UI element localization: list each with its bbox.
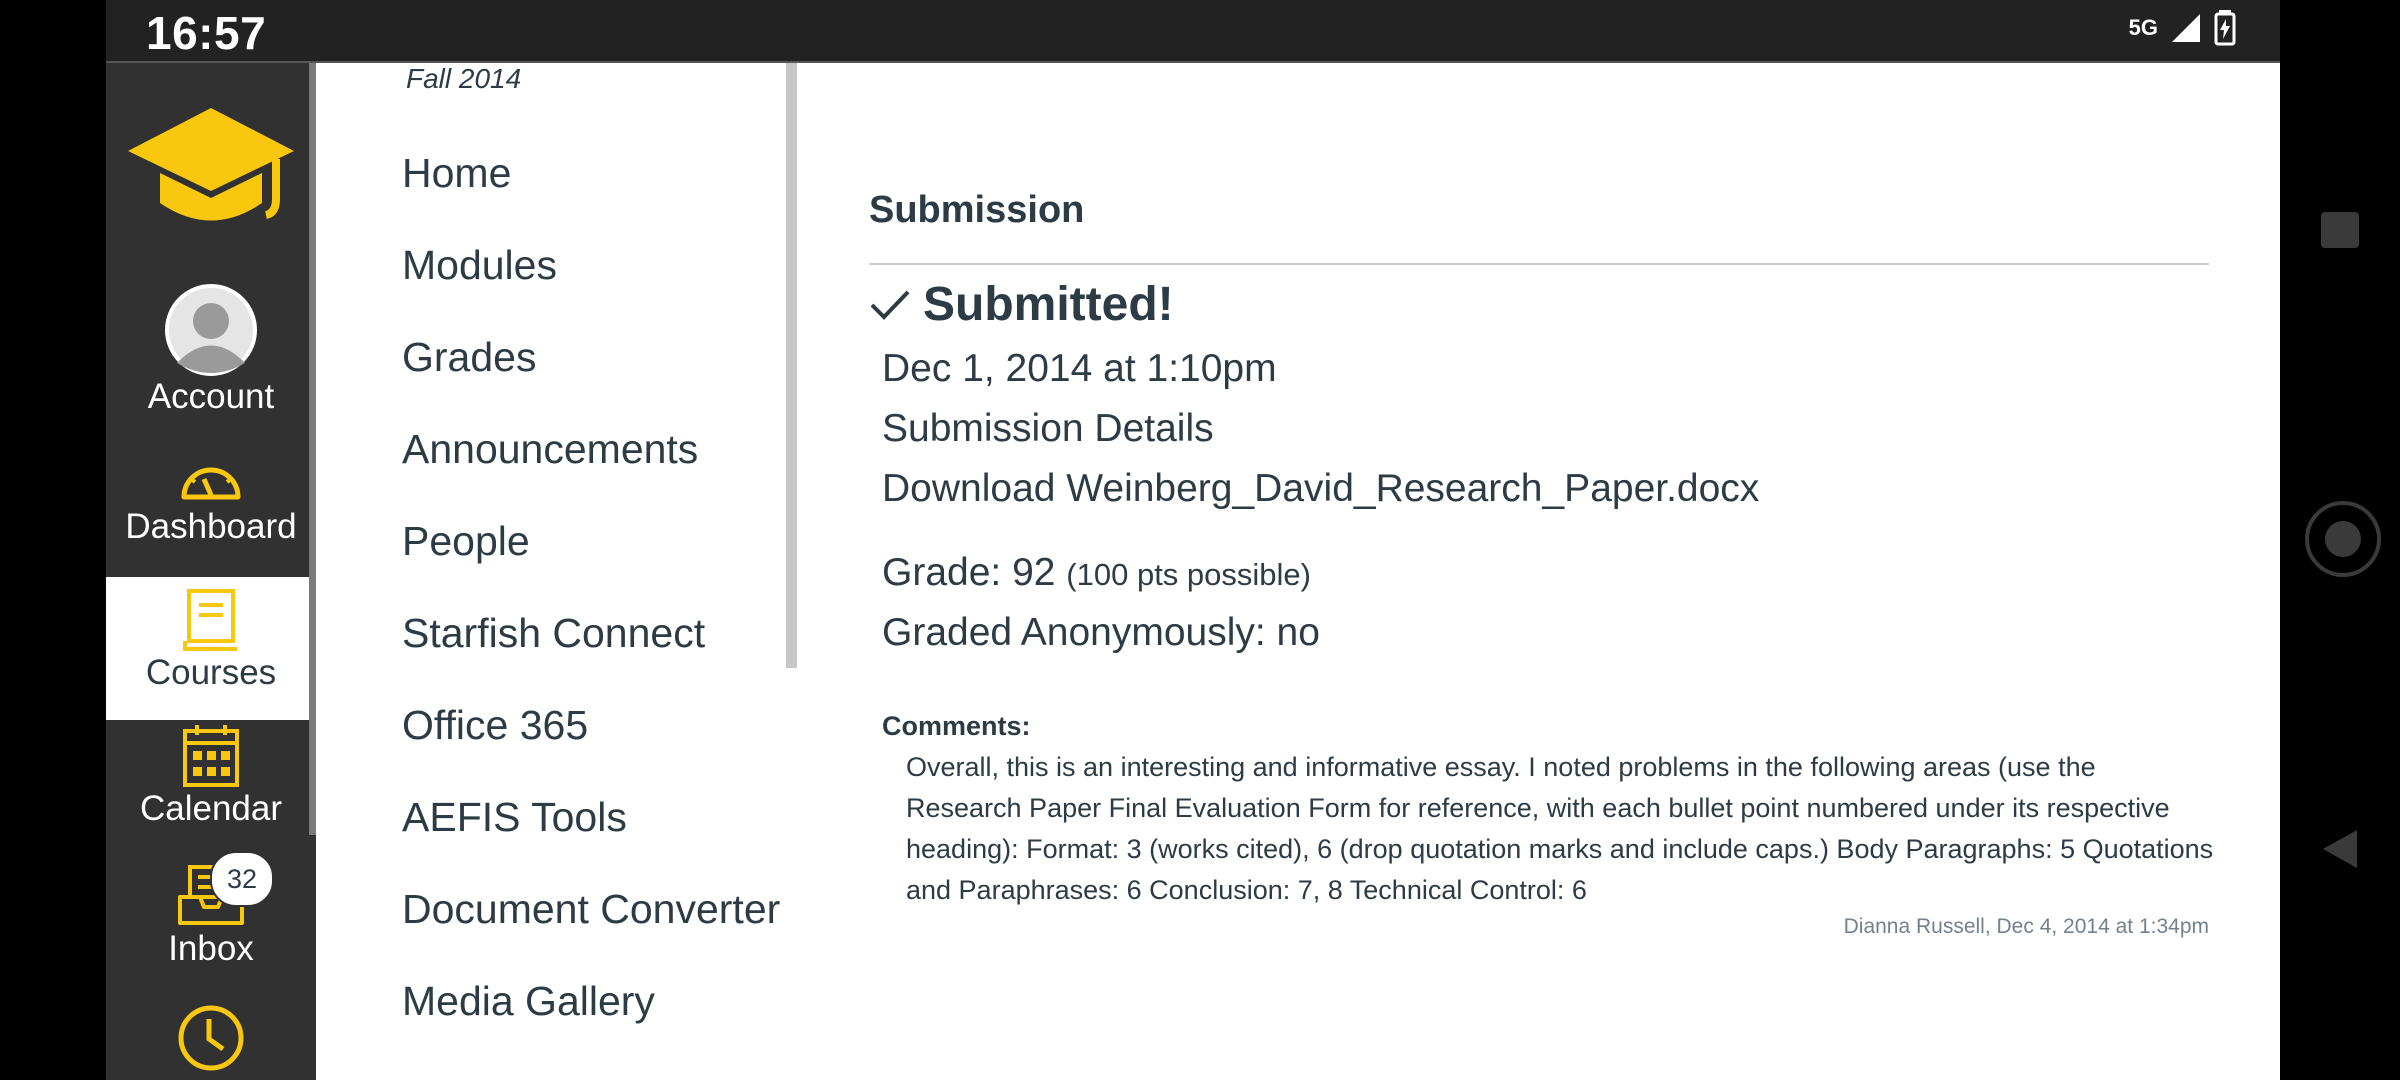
- course-nav-grades[interactable]: Grades: [402, 334, 536, 381]
- course-nav-document-converter[interactable]: Document Converter: [402, 886, 780, 933]
- system-nav-bar: [2280, 0, 2400, 1080]
- course-nav-home[interactable]: Home: [402, 150, 511, 197]
- course-nav-starfish[interactable]: Starfish Connect: [402, 610, 705, 657]
- signal-icon: [2172, 14, 2200, 42]
- battery-icon: [2214, 10, 2236, 46]
- dashboard-icon: [181, 467, 241, 500]
- calendar-icon: [183, 725, 239, 787]
- rail-history[interactable]: [106, 1003, 316, 1073]
- submission-heading: Submission: [869, 189, 1085, 231]
- course-term: Fall 2014: [406, 63, 522, 94]
- course-nav-people[interactable]: People: [402, 518, 530, 565]
- rail-dashboard[interactable]: Dashboard: [106, 455, 316, 547]
- rail-scrollbar[interactable]: [309, 63, 316, 835]
- status-time: 16:57: [146, 7, 267, 59]
- grade-line: Grade: 92 (100 pts possible): [882, 551, 1311, 595]
- rail-inbox-label: Inbox: [168, 929, 254, 968]
- status-bar: 16:57 5G: [106, 0, 2280, 61]
- submitted-text: Submitted!: [923, 278, 1174, 331]
- submitted-status: Submitted!: [869, 277, 1174, 332]
- rail-courses-label: Courses: [145, 653, 277, 692]
- submission-panel: Submission Submitted! Dec 1, 2014 at 1:1…: [869, 63, 2280, 1080]
- recents-button[interactable]: [2317, 210, 2363, 250]
- submission-date: Dec 1, 2014 at 1:10pm: [882, 347, 1277, 390]
- course-nav-announcements[interactable]: Announcements: [402, 426, 698, 473]
- grade-value: Grade: 92: [882, 551, 1056, 594]
- course-nav-office365[interactable]: Office 365: [402, 702, 588, 749]
- course-nav-modules[interactable]: Modules: [402, 242, 557, 289]
- app-screen: 16:57 5G Account Dashboard Courses Calen…: [106, 0, 2280, 1080]
- rail-inbox[interactable]: 32 Inbox: [106, 851, 316, 969]
- course-nav: Fall 2014 Home Modules Grades Announceme…: [316, 63, 892, 1080]
- history-icon: [178, 1005, 244, 1071]
- logo-icon: [128, 108, 294, 221]
- course-nav-aefis[interactable]: AEFIS Tools: [402, 794, 627, 841]
- global-nav: Account Dashboard Courses Calendar 32 In…: [106, 63, 316, 1080]
- avatar-icon: [165, 284, 257, 376]
- download-link[interactable]: Download Weinberg_David_Research_Paper.d…: [882, 467, 1759, 511]
- rail-account-label: Account: [147, 377, 275, 416]
- comment-author: Dianna Russell, Dec 4, 2014 at 1:34pm: [1843, 915, 2209, 938]
- submission-details-link[interactable]: Submission Details: [882, 407, 1214, 451]
- heading-rule: [869, 263, 2209, 265]
- home-button[interactable]: [2303, 499, 2383, 579]
- courses-icon: [183, 589, 237, 651]
- grade-possible: (100 pts possible): [1066, 557, 1311, 592]
- course-nav-media-gallery[interactable]: Media Gallery: [402, 978, 655, 1025]
- rail-courses[interactable]: Courses: [106, 577, 316, 720]
- rail-dashboard-label: Dashboard: [125, 507, 297, 546]
- network-label: 5G: [2128, 15, 2158, 40]
- course-nav-scrollbar[interactable]: [786, 63, 797, 668]
- graded-anonymously: Graded Anonymously: no: [882, 611, 1320, 654]
- comments-label: Comments:: [882, 711, 1031, 741]
- rail-calendar-label: Calendar: [139, 789, 283, 828]
- rail-account[interactable]: Account: [106, 283, 316, 417]
- rail-calendar[interactable]: Calendar: [106, 723, 316, 829]
- status-indicators: 5G: [2129, 10, 2236, 46]
- comment-text: Overall, this is an interesting and info…: [906, 752, 2214, 905]
- check-icon: [870, 290, 910, 320]
- inbox-badge: 32: [210, 851, 274, 907]
- back-button[interactable]: [2317, 826, 2363, 872]
